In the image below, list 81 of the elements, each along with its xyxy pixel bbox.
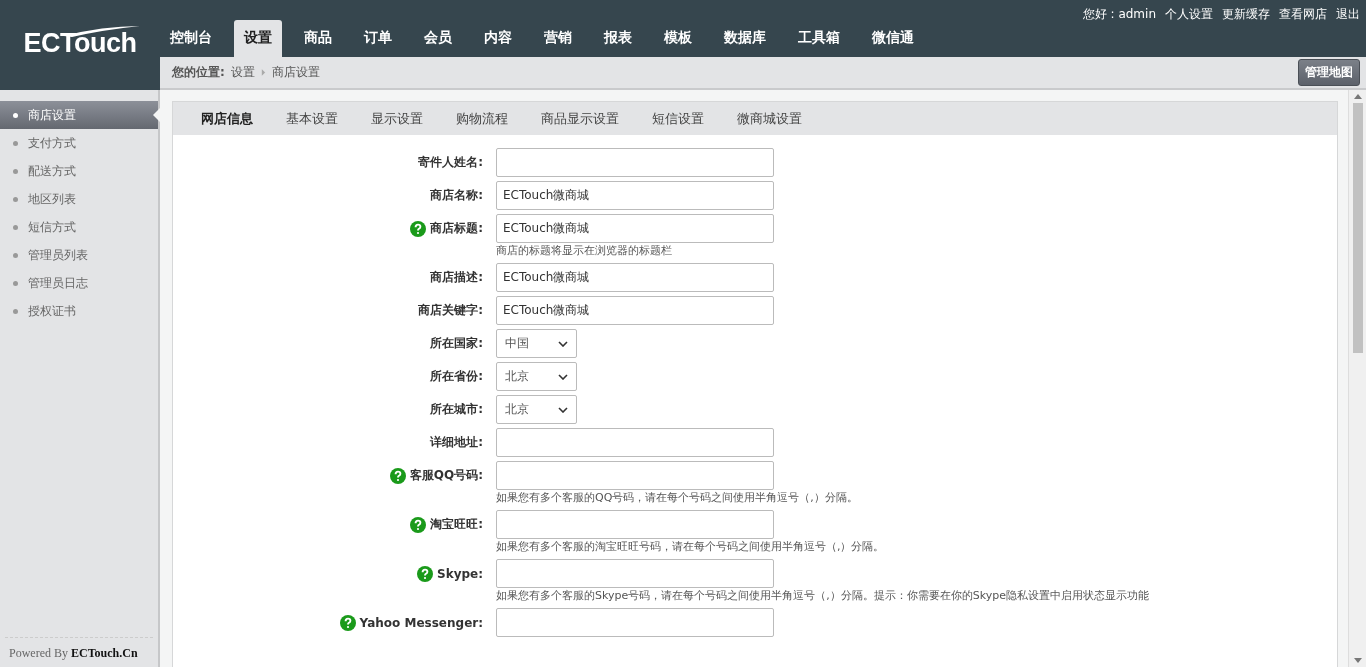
- sidebar-item[interactable]: 管理员日志: [0, 269, 158, 297]
- input-field[interactable]: ECTouch微商城: [496, 214, 774, 243]
- nav-tab[interactable]: 控制台: [160, 20, 222, 57]
- chevron-down-icon: [558, 373, 568, 380]
- sidebar-item[interactable]: 商店设置: [0, 101, 158, 129]
- scrollbar[interactable]: [1348, 90, 1366, 667]
- header-link[interactable]: 退出: [1336, 6, 1360, 23]
- site-map-button[interactable]: 管理地图: [1298, 59, 1360, 86]
- field-label: 商店标题:: [430, 220, 483, 237]
- settings-tab[interactable]: 短信设置: [642, 109, 714, 128]
- nav-tab[interactable]: 数据库: [714, 20, 776, 57]
- field-label: 商店描述:: [430, 269, 483, 286]
- settings-tab[interactable]: 购物流程: [446, 109, 518, 128]
- header-link[interactable]: 更新缓存: [1222, 6, 1270, 23]
- help-icon[interactable]: [417, 565, 433, 582]
- help-icon[interactable]: [389, 467, 406, 484]
- sidebar-item[interactable]: 授权证书: [0, 297, 158, 325]
- logo: ECTouch: [23, 24, 137, 56]
- input-field[interactable]: ECTouch微商城: [496, 181, 774, 210]
- settings-tab[interactable]: 显示设置: [361, 109, 433, 128]
- sidebar-item[interactable]: 地区列表: [0, 185, 158, 213]
- input-field[interactable]: ECTouch微商城: [496, 296, 774, 325]
- nav-tab[interactable]: 订单: [354, 20, 402, 57]
- input-field[interactable]: [496, 461, 774, 490]
- scrollbar-thumb[interactable]: [1352, 103, 1363, 353]
- settings-tab[interactable]: 微商城设置: [727, 109, 812, 128]
- sidebar-item[interactable]: 管理员列表: [0, 241, 158, 269]
- chevron-down-icon: [558, 406, 568, 413]
- hint-text: 如果您有多个客服的QQ号码，请在每个号码之间使用半角逗号（,）分隔。: [496, 490, 858, 506]
- sidebar-item[interactable]: 短信方式: [0, 213, 158, 241]
- input-field[interactable]: [496, 608, 774, 637]
- chevron-icon: [260, 69, 266, 76]
- nav-tab[interactable]: 微信通: [862, 20, 924, 57]
- sidebar-item[interactable]: 支付方式: [0, 129, 158, 157]
- input-field[interactable]: [496, 148, 774, 177]
- nav-tab[interactable]: 内容: [474, 20, 522, 57]
- field-label: Yahoo Messenger:: [359, 615, 483, 630]
- field-label: 淘宝旺旺:: [430, 516, 483, 533]
- settings-tab[interactable]: 商品显示设置: [531, 109, 629, 128]
- nav-tab[interactable]: 会员: [414, 20, 462, 57]
- input-field[interactable]: [496, 428, 774, 457]
- breadcrumb-link[interactable]: 设置: [230, 64, 255, 81]
- dropdown[interactable]: 中国: [496, 329, 577, 358]
- chevron-down-icon: [558, 340, 568, 347]
- header-link[interactable]: 您好 : admin: [1082, 6, 1156, 23]
- field-label: 客服QQ号码:: [409, 467, 483, 484]
- input-field[interactable]: ECTouch微商城: [496, 263, 774, 292]
- help-icon[interactable]: [339, 614, 356, 631]
- field-label: 所在国家:: [430, 335, 483, 352]
- hint-text: 商店的标题将显示在浏览器的标题栏: [496, 243, 673, 259]
- nav-tab[interactable]: 报表: [594, 20, 642, 57]
- breadcrumb-link[interactable]: 商店设置: [271, 64, 320, 81]
- dropdown[interactable]: 北京: [496, 395, 577, 424]
- nav-tab[interactable]: 设置: [234, 20, 282, 57]
- dropdown[interactable]: 北京: [496, 362, 577, 391]
- nav-tab[interactable]: 营销: [534, 20, 582, 57]
- field-label: Skype:: [437, 566, 483, 581]
- field-label: 商店关键字:: [418, 302, 483, 319]
- header-link[interactable]: 个人设置: [1165, 6, 1213, 23]
- help-icon[interactable]: [410, 516, 427, 533]
- settings-tab[interactable]: 基本设置: [276, 109, 348, 128]
- field-label: 商店名称:: [430, 187, 483, 204]
- hint-text: 如果您有多个客服的Skype号码，请在每个号码之间使用半角逗号（,）分隔。提示：你需要在你的Skype隐私设置中启用状态显示功能: [496, 588, 1149, 604]
- field-label: 所在城市:: [430, 401, 483, 418]
- field-label: 所在省份:: [430, 368, 483, 385]
- powered-by-text: Powered By ECTouch.Cn: [5, 637, 153, 667]
- field-label: 详细地址:: [430, 434, 483, 451]
- help-icon[interactable]: [410, 220, 427, 237]
- input-field[interactable]: [496, 559, 774, 588]
- breadcrumb-label: 您的位置:: [172, 64, 225, 81]
- nav-tab[interactable]: 工具箱: [788, 20, 850, 57]
- nav-tab[interactable]: 模板: [654, 20, 702, 57]
- sidebar-item[interactable]: 配送方式: [0, 157, 158, 185]
- header-link[interactable]: 查看网店: [1279, 6, 1327, 23]
- field-label: 寄件人姓名:: [418, 154, 483, 171]
- scroll-down-icon[interactable]: [1353, 658, 1362, 663]
- input-field[interactable]: [496, 510, 774, 539]
- settings-tab[interactable]: 网店信息: [191, 109, 263, 128]
- nav-tab[interactable]: 商品: [294, 20, 342, 57]
- scroll-up-icon[interactable]: [1353, 94, 1362, 99]
- hint-text: 如果您有多个客服的淘宝旺旺号码，请在每个号码之间使用半角逗号（,）分隔。: [496, 539, 885, 555]
